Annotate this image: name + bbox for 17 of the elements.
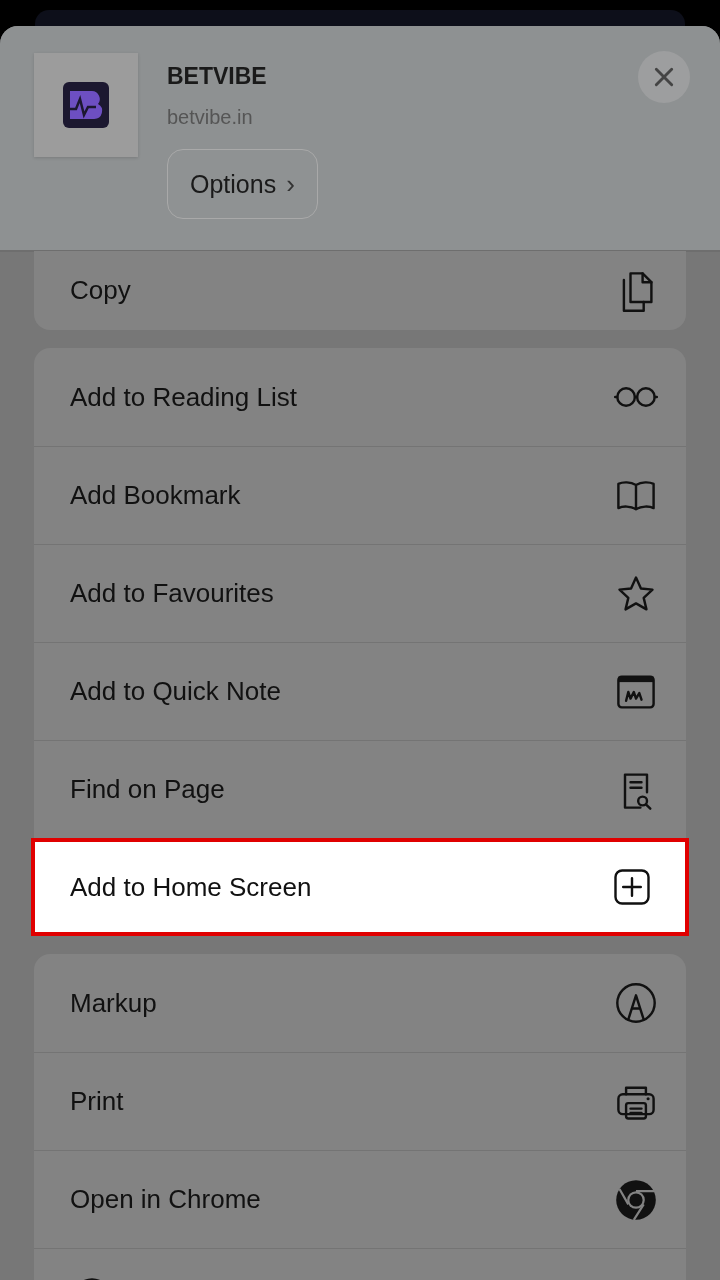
action-row[interactable]: Add to Reading List	[34, 348, 686, 446]
action-row[interactable]: Add Bookmark	[34, 446, 686, 544]
site-url: betvibe.in	[167, 106, 253, 129]
action-row[interactable]: Add to Quick Note	[34, 642, 686, 740]
action-row[interactable]: Copy	[34, 251, 686, 330]
action-row[interactable]: Add to Favourites	[34, 544, 686, 642]
action-row[interactable]: Markup	[34, 954, 686, 1052]
site-title: BETVIBE	[167, 63, 267, 90]
pen-circle-icon	[614, 981, 658, 1025]
action-row[interactable]: Print	[34, 1052, 686, 1150]
app-logo-icon	[62, 81, 110, 129]
action-row[interactable]: Add to Home Screen	[31, 838, 689, 936]
options-button[interactable]: Options ›	[167, 149, 318, 219]
chrome-logo-icon	[614, 1177, 658, 1222]
close-icon	[653, 66, 675, 88]
close-button[interactable]	[638, 51, 690, 103]
action-row[interactable]: Open in Chrome	[34, 1150, 686, 1248]
